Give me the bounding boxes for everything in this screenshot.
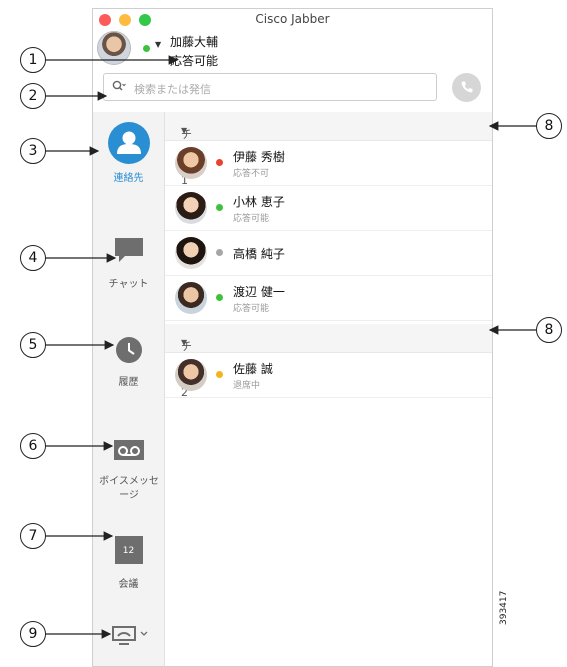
callout-6: 6 bbox=[20, 433, 46, 459]
callout-8: 8 bbox=[536, 113, 562, 139]
callout-5: 5 bbox=[20, 332, 46, 358]
callout-9: 9 bbox=[20, 621, 46, 647]
callout-8: 8 bbox=[536, 317, 562, 343]
figure-id: 393417 bbox=[499, 590, 509, 625]
callout-1: 1 bbox=[20, 47, 46, 73]
callout-leader-lines bbox=[45, 55, 536, 639]
callout-2: 2 bbox=[20, 83, 46, 109]
callout-4: 4 bbox=[20, 245, 46, 271]
callout-3: 3 bbox=[20, 138, 46, 164]
callout-7: 7 bbox=[20, 523, 46, 549]
